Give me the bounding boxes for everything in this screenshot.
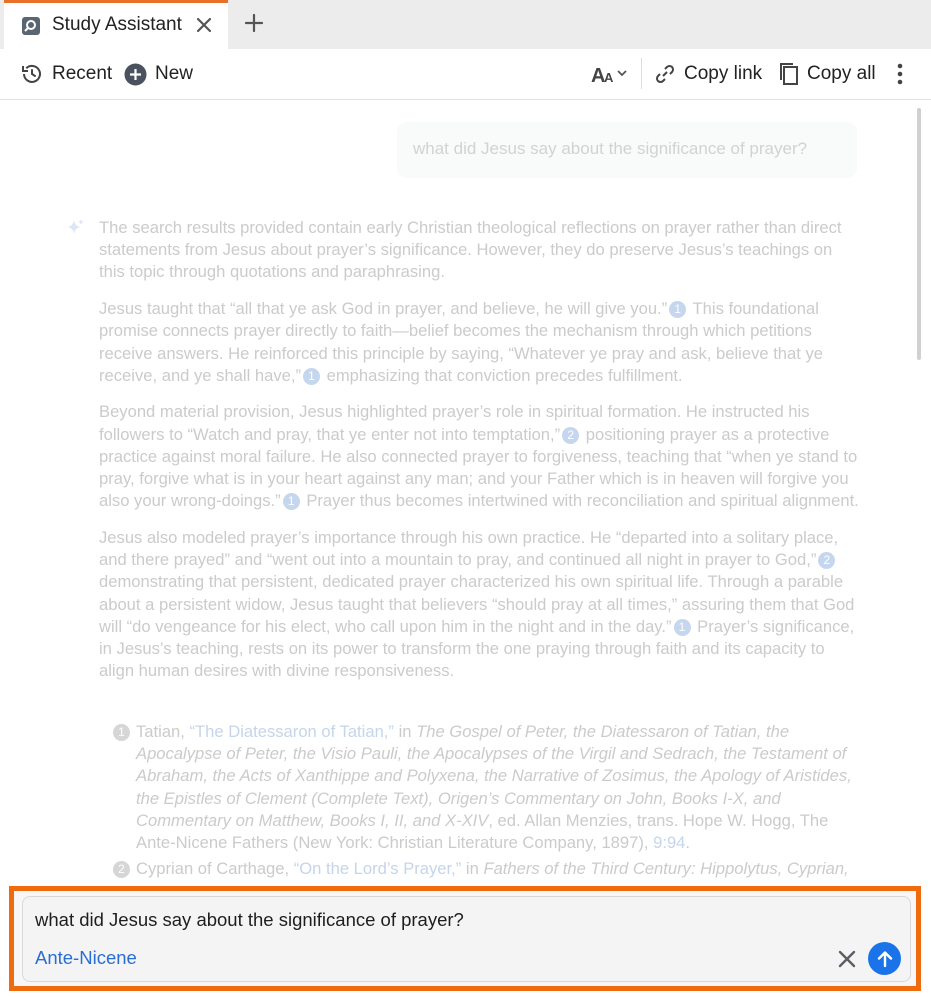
conversation-area[interactable]: what did Jesus say about the significanc… bbox=[0, 100, 931, 886]
copy-link-button[interactable]: Copy link bbox=[654, 61, 762, 87]
text-size-button[interactable]: AA bbox=[591, 61, 629, 87]
citation-badge[interactable]: 2 bbox=[562, 426, 580, 444]
citation-badge[interactable]: 1 bbox=[303, 367, 321, 385]
reference-item: 2 Cyprian of Carthage, “On the Lord’s Pr… bbox=[113, 858, 853, 880]
copy-link-label: Copy link bbox=[684, 63, 763, 84]
query-input[interactable]: what did Jesus say about the significanc… bbox=[22, 896, 911, 982]
close-tab-icon[interactable] bbox=[194, 15, 214, 35]
send-button[interactable] bbox=[868, 942, 901, 975]
link-icon bbox=[655, 64, 675, 84]
more-menu-button[interactable] bbox=[890, 61, 910, 87]
ai-answer: The search results provided contain earl… bbox=[99, 217, 859, 697]
answer-paragraph: Jesus taught that “all that ye ask God i… bbox=[99, 299, 824, 385]
new-button[interactable]: New bbox=[124, 61, 193, 87]
svg-text:A: A bbox=[604, 70, 614, 85]
text-size-icon: AA bbox=[591, 65, 627, 86]
answer-paragraph: Beyond material provision, Jesus highlig… bbox=[99, 402, 859, 511]
tab-title: Study Assistant bbox=[52, 14, 182, 35]
reference-item: 1 Tatian, “The Diatessaron of Tatian,” i… bbox=[113, 721, 853, 854]
reference-number: 2 bbox=[113, 861, 130, 879]
toolbar-divider bbox=[641, 58, 642, 89]
more-vertical-icon bbox=[897, 63, 903, 85]
citation-badge[interactable]: 1 bbox=[282, 493, 300, 511]
plus-circle-icon bbox=[124, 63, 147, 85]
tab-study-assistant[interactable]: Study Assistant bbox=[4, 0, 228, 49]
ai-sparkle-icon bbox=[66, 218, 86, 238]
reference-number: 1 bbox=[113, 724, 130, 741]
filter-chip-ante-nicene[interactable]: Ante-Nicene bbox=[35, 947, 137, 969]
history-icon bbox=[22, 64, 41, 83]
toolbar: Recent New AA Copy link Copy all bbox=[0, 49, 931, 100]
citation-badge[interactable]: 1 bbox=[669, 301, 687, 319]
copy-all-label: Copy all bbox=[807, 63, 876, 84]
reference-link[interactable]: “The Diatessaron of Tatian,” bbox=[190, 722, 394, 741]
query-input-text[interactable]: what did Jesus say about the significanc… bbox=[35, 909, 464, 931]
reference-page-link[interactable]: 9:94 bbox=[653, 833, 685, 852]
tab-bar: Study Assistant bbox=[0, 0, 931, 49]
answer-paragraph: The search results provided contain earl… bbox=[99, 218, 842, 282]
input-panel: what did Jesus say about the significanc… bbox=[9, 886, 921, 991]
copy-all-button[interactable]: Copy all bbox=[779, 61, 876, 87]
search-book-icon bbox=[20, 15, 42, 37]
copy-icon bbox=[780, 63, 798, 85]
new-label: New bbox=[155, 63, 194, 84]
scrollbar[interactable] bbox=[917, 108, 921, 360]
recent-button[interactable]: Recent bbox=[20, 61, 112, 87]
answer-paragraph: Jesus also modeled prayer’s importance t… bbox=[99, 527, 855, 681]
arrow-up-icon bbox=[877, 950, 892, 967]
clear-icon[interactable] bbox=[837, 949, 857, 969]
citation-badge[interactable]: 1 bbox=[673, 618, 691, 636]
new-tab-icon[interactable] bbox=[243, 12, 265, 34]
citation-badge[interactable]: 2 bbox=[818, 552, 836, 570]
user-query-bubble: what did Jesus say about the significanc… bbox=[397, 122, 857, 178]
references-list: 1 Tatian, “The Diatessaron of Tatian,” i… bbox=[113, 721, 853, 884]
reference-link[interactable]: “On the Lord’s Prayer,” bbox=[294, 859, 462, 878]
user-query-text: what did Jesus say about the significanc… bbox=[413, 139, 808, 158]
recent-label: Recent bbox=[52, 63, 113, 84]
